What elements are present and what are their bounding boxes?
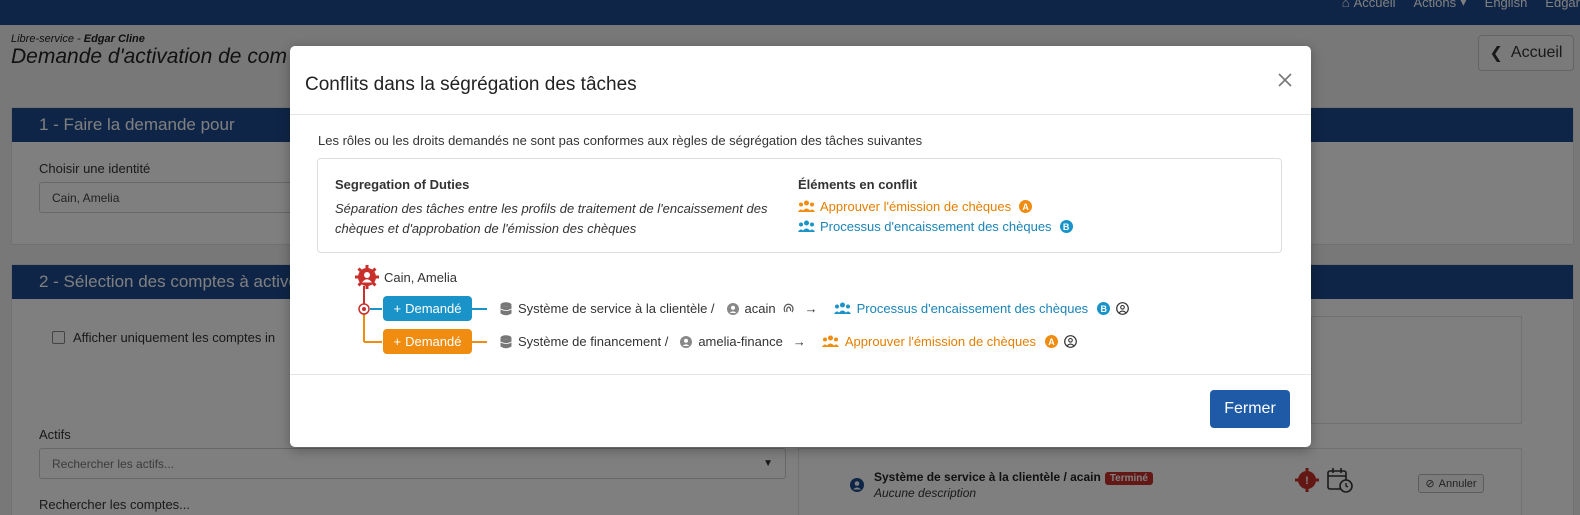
group-icon [798, 220, 815, 232]
plus-icon: + [393, 334, 402, 349]
conflicts-column-header: Éléments en conflit [798, 177, 918, 192]
conflict-tag-a: A [1019, 200, 1033, 213]
tree-person-node: Cain, Amelia [354, 264, 457, 290]
group-icon [833, 302, 851, 314]
arrow-right-icon: → [804, 301, 818, 316]
group-icon [798, 200, 815, 212]
modal-footer-divider [290, 374, 1311, 375]
arrow-right-icon: → [792, 334, 806, 349]
conflict-tag-b: B [1059, 220, 1073, 233]
modal-intro-text: Les rôles ou les droits demandés ne sont… [318, 133, 923, 148]
conflict-item-b[interactable]: Processus d'encaissement des chèques B [798, 219, 1073, 234]
account-icon [726, 302, 739, 315]
sod-conflict-modal: Conflits dans la ségrégation des tâches … [290, 46, 1311, 447]
close-icon[interactable] [1273, 68, 1297, 92]
request-row-1: Système de service à la clientèle / acai… [500, 301, 1130, 316]
sod-rule-box: Segregation of Duties Éléments en confli… [317, 158, 1282, 253]
modal-title: Conflits dans la ségrégation des tâches [305, 74, 637, 95]
account-icon [680, 335, 693, 348]
plus-icon: + [393, 301, 402, 316]
requested-button-1[interactable]: + Demandé [383, 296, 472, 321]
fingerprint-icon [783, 303, 794, 313]
request-tag-1: B [1097, 302, 1111, 315]
database-icon [500, 334, 512, 348]
requested-button-2[interactable]: + Demandé [383, 329, 472, 354]
modal-header-divider [290, 114, 1311, 115]
group-icon [821, 335, 839, 347]
sod-description: Séparation des tâches entre les profils … [335, 201, 768, 236]
conflict-person-gear-icon [355, 265, 379, 289]
sod-column-header: Segregation of Duties [335, 177, 470, 192]
request-role-1[interactable]: Processus d'encaissement des chèques [857, 301, 1089, 316]
user-outline-icon [1064, 335, 1077, 348]
request-tag-2: A [1044, 335, 1058, 348]
request-role-2[interactable]: Approuver l'émission de chèques [845, 334, 1036, 349]
user-outline-icon [1116, 302, 1130, 315]
close-button[interactable]: Fermer [1210, 390, 1290, 428]
request-row-2: Système de financement / amelia-finance … [500, 334, 1077, 349]
conflict-item-a[interactable]: Approuver l'émission de chèques A [798, 199, 1033, 214]
database-icon [500, 301, 512, 315]
